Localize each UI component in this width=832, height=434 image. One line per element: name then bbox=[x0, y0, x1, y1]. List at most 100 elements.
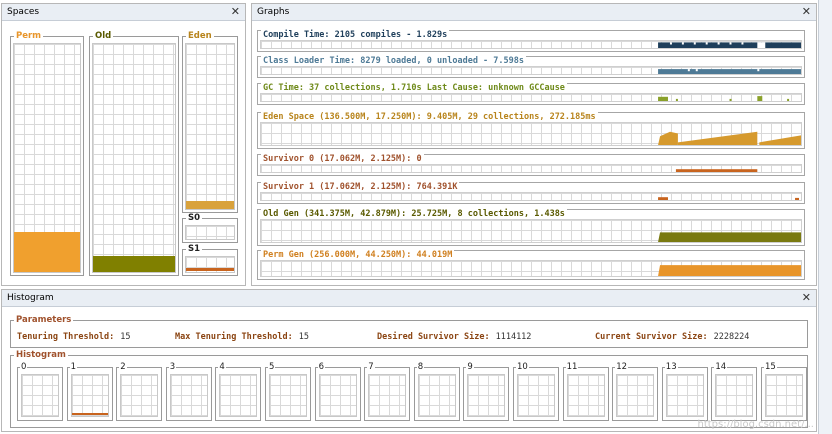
desired-survivor-size-value: 1114112 bbox=[495, 332, 532, 342]
desired-survivor-size-label: Desired Survivor Size: bbox=[377, 332, 490, 342]
histogram-bucket: 15 bbox=[761, 362, 807, 421]
bucket-label: 6 bbox=[317, 362, 326, 372]
tenuring-threshold-label: Tenuring Threshold: bbox=[17, 332, 115, 342]
graph-plot bbox=[260, 66, 802, 75]
old-space: Old bbox=[89, 31, 179, 276]
bucket-plot bbox=[169, 374, 208, 417]
histogram-legend: Histogram bbox=[14, 350, 68, 360]
graph-label: Survivor 0 (17.062M, 2.125M): 0 bbox=[261, 154, 424, 164]
graph-plot bbox=[260, 219, 802, 243]
s1-label: S1 bbox=[186, 244, 203, 254]
eden-label: Eden bbox=[186, 31, 214, 41]
graphs-title: Graphs bbox=[257, 7, 290, 17]
histogram-bucket: 1 bbox=[66, 362, 113, 421]
graphs-panel: Graphs ✕ Compile Time: 2105 compiles - 1… bbox=[251, 3, 817, 286]
eden-space: Eden bbox=[182, 31, 238, 213]
eden-fill bbox=[186, 201, 234, 209]
graph-label: Class Loader Time: 8279 loaded, 0 unload… bbox=[261, 56, 526, 66]
bucket-label: 0 bbox=[20, 362, 28, 372]
graph-row-survivor-0: Survivor 0 (17.062M, 2.125M): 0 bbox=[257, 154, 805, 176]
graph-row-old-gen: Old Gen (341.375M, 42.879M): 25.725M, 8 … bbox=[257, 209, 805, 246]
parameters-group: Parameters Tenuring Threshold: 15 Max Ten… bbox=[10, 315, 808, 348]
parameters-legend: Parameters bbox=[14, 315, 74, 325]
bucket-plot bbox=[715, 374, 754, 417]
bucket-plot bbox=[616, 374, 655, 417]
histogram-group: Histogram 0 1 2 3 4 5 6 7 8 9 10 11 12 13 14 15 bbox=[10, 350, 808, 428]
gc-time-sparkline bbox=[658, 96, 790, 101]
bucket-label: 3 bbox=[168, 362, 177, 372]
bucket-plot bbox=[70, 374, 109, 417]
s0-space: S0 bbox=[182, 213, 238, 243]
histogram-bucket: 3 bbox=[165, 362, 212, 421]
bucket-label: 11 bbox=[565, 362, 579, 372]
histogram-bucket: 9 bbox=[463, 362, 510, 421]
graph-row-eden-space: Eden Space (136.500M, 17.250M): 9.405M, … bbox=[257, 112, 805, 149]
bucket-label: 12 bbox=[615, 362, 629, 372]
graph-row-survivor-1: Survivor 1 (17.062M, 2.125M): 764.391K bbox=[257, 182, 805, 204]
graph-plot bbox=[260, 93, 802, 102]
histogram-titlebar: Histogram ✕ bbox=[2, 290, 816, 307]
bucket-plot bbox=[219, 374, 258, 417]
bucket-label: 4 bbox=[218, 362, 226, 372]
s0-gauge bbox=[185, 225, 235, 240]
bucket-plot bbox=[517, 374, 555, 417]
bucket-plot bbox=[417, 374, 456, 417]
close-icon[interactable]: ✕ bbox=[802, 5, 811, 18]
graph-plot bbox=[260, 192, 802, 201]
graph-label: Compile Time: 2105 compiles - 1.829s bbox=[261, 30, 450, 40]
perm-space: Perm bbox=[10, 31, 84, 276]
graph-row-compile-time: Compile Time: 2105 compiles - 1.829s bbox=[257, 30, 805, 52]
bucket-plot bbox=[467, 374, 506, 417]
graph-row-class-loader: Class Loader Time: 8279 loaded, 0 unload… bbox=[257, 56, 805, 78]
max-tenuring-threshold: Max Tenuring Threshold: 15 bbox=[175, 332, 309, 342]
graph-plot bbox=[260, 40, 802, 49]
spaces-title: Spaces bbox=[7, 7, 40, 17]
bucket-label: 2 bbox=[119, 362, 127, 372]
spaces-panel: Spaces ✕ Perm Old Eden S0 S1 bbox=[1, 3, 246, 286]
histogram-bucket: 5 bbox=[265, 362, 311, 421]
graph-label: Old Gen (341.375M, 42.879M): 25.725M, 8 … bbox=[261, 209, 567, 219]
current-survivor-size-label: Current Survivor Size: bbox=[595, 332, 708, 342]
graphs-titlebar: Graphs ✕ bbox=[252, 4, 816, 21]
max-tenuring-threshold-label: Max Tenuring Threshold: bbox=[175, 332, 293, 342]
bucket-label: 7 bbox=[367, 362, 375, 372]
bucket-label: 9 bbox=[466, 362, 474, 372]
bucket-label: 14 bbox=[714, 362, 728, 372]
window-edge bbox=[818, 0, 832, 434]
graph-plot bbox=[260, 164, 802, 173]
close-icon[interactable]: ✕ bbox=[802, 291, 811, 304]
graph-row-perm-gen: Perm Gen (256.000M, 44.250M): 44.019M bbox=[257, 250, 805, 280]
graph-label: GC Time: 37 collections, 1.710s Last Cau… bbox=[261, 83, 567, 93]
histogram-bucket: 7 bbox=[364, 362, 411, 421]
histogram-bucket: 6 bbox=[314, 362, 361, 421]
histogram-bucket: 10 bbox=[513, 362, 559, 421]
old-gen-chart bbox=[658, 232, 801, 242]
perm-gauge bbox=[13, 43, 81, 273]
bucket-plot bbox=[120, 374, 159, 417]
bucket-label: 15 bbox=[764, 362, 777, 372]
old-fill bbox=[93, 256, 175, 272]
histogram-bucket: 14 bbox=[711, 362, 758, 421]
eden-space-chart bbox=[658, 131, 801, 145]
old-label: Old bbox=[93, 31, 114, 41]
s1-gauge bbox=[185, 256, 235, 273]
graph-label: Eden Space (136.500M, 17.250M): 9.405M, … bbox=[261, 112, 598, 122]
perm-fill bbox=[14, 232, 80, 272]
bucket-plot bbox=[21, 374, 59, 417]
histogram-title: Histogram bbox=[7, 293, 54, 303]
graph-plot bbox=[260, 260, 802, 277]
s0-label: S0 bbox=[186, 213, 203, 223]
histogram-bucket: 0 bbox=[17, 362, 63, 421]
compile-time-sparkline bbox=[658, 42, 801, 48]
graph-label: Perm Gen (256.000M, 44.250M): 44.019M bbox=[261, 250, 455, 260]
bucket-plot bbox=[765, 374, 803, 417]
close-icon[interactable]: ✕ bbox=[231, 5, 240, 18]
desired-survivor-size: Desired Survivor Size: 1114112 bbox=[377, 332, 531, 342]
eden-gauge bbox=[185, 43, 235, 210]
perm-gen-chart bbox=[658, 265, 801, 276]
bucket-label: 8 bbox=[416, 362, 425, 372]
histogram-bucket: 13 bbox=[661, 362, 708, 421]
current-survivor-size: Current Survivor Size: 2228224 bbox=[595, 332, 749, 342]
graph-row-gc-time: GC Time: 37 collections, 1.710s Last Cau… bbox=[257, 83, 805, 105]
bucket-plot bbox=[368, 374, 407, 417]
